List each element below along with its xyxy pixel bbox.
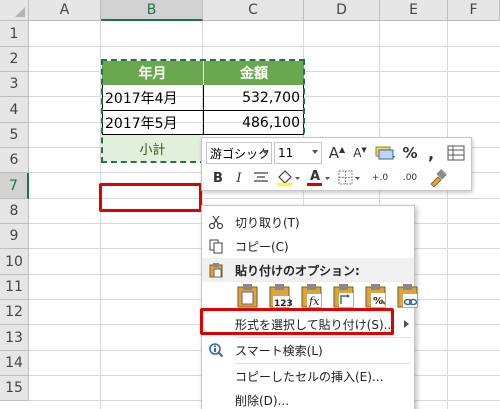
svg-text:fx: fx (308, 295, 320, 308)
select-all-icon (15, 7, 25, 17)
row-header-5[interactable]: 5 (0, 123, 29, 148)
fill-color-button[interactable] (274, 168, 302, 188)
accounting-format-button[interactable] (372, 142, 398, 164)
menu-item-cut-label: 切り取り(T) (235, 215, 300, 230)
cell-c2-header-amount[interactable]: 金額 (203, 61, 304, 85)
column-header-b[interactable]: B (101, 0, 203, 21)
column-header-d[interactable]: D (304, 0, 380, 21)
paste-formatting-icon: % (365, 284, 386, 308)
paste-transpose-icon (333, 284, 354, 308)
paste-option-formulas[interactable]: fx (299, 282, 325, 309)
menu-item-delete-label: 削除(D)... (235, 393, 290, 408)
borders-button[interactable] (336, 168, 362, 188)
decrease-font-icon: A▼ (353, 146, 367, 160)
increase-font-button[interactable]: A▲ (326, 142, 348, 164)
accounting-icon (375, 146, 395, 160)
menu-item-copy[interactable]: コピー(C) (202, 234, 414, 258)
copy-icon (207, 237, 225, 255)
font-size-value: 11 (278, 146, 294, 160)
scissors-icon (207, 213, 225, 231)
paste-options-row: 123 fx % (235, 282, 421, 310)
row-header-12[interactable]: 12 (0, 300, 29, 325)
font-color-glyph: A (310, 169, 321, 184)
clipboard-icon (207, 261, 225, 279)
paste-special-highlight (200, 308, 394, 335)
increase-font-icon: A▲ (328, 144, 346, 162)
menu-paste-options-header: 貼り付けのオプション: (202, 258, 414, 282)
chevron-down-icon (262, 150, 268, 154)
cell-b5-subtotal[interactable]: 小計 (102, 135, 203, 161)
format-painter-icon (430, 169, 447, 187)
row-header-7[interactable]: 7 (0, 173, 29, 199)
menu-item-smart-lookup[interactable]: スマート検索(L) (202, 338, 414, 362)
row-header-10[interactable]: 10 (0, 249, 29, 275)
font-size-box[interactable]: 11 (274, 142, 322, 164)
gridline (29, 46, 500, 47)
increase-decimal-button[interactable]: +.0 (366, 168, 394, 188)
row-header-14[interactable]: 14 (0, 351, 29, 376)
row-header-9[interactable]: 9 (0, 224, 29, 249)
menu-item-smart-lookup-label: スマート検索(L) (235, 343, 323, 358)
paste-option-formatting[interactable]: % (363, 282, 389, 309)
menu-item-insert-copied-label: コピーしたセルの挿入(E)... (235, 369, 384, 384)
row-header-2[interactable]: 2 (0, 47, 29, 72)
font-name-value: 游ゴシック (210, 146, 271, 161)
paste-formulas-icon: fx (301, 284, 322, 308)
table-border (203, 85, 204, 135)
row-header-4[interactable]: 4 (0, 97, 29, 123)
menu-item-delete[interactable]: 削除(D)... (202, 388, 414, 409)
chevron-down-icon (312, 150, 318, 154)
column-header-a[interactable]: A (29, 0, 101, 21)
select-all-corner[interactable] (0, 0, 29, 21)
row-header-6[interactable]: 6 (0, 148, 29, 173)
cell-b2-header-month[interactable]: 年月 (102, 61, 203, 85)
column-header-f[interactable]: F (448, 0, 500, 21)
center-align-icon (254, 172, 268, 182)
decrease-decimal-button[interactable]: .00 (396, 168, 424, 188)
percent-style-button[interactable]: % (400, 142, 420, 164)
column-header-e[interactable]: E (380, 0, 448, 21)
paste-link-icon (397, 284, 418, 308)
bold-button[interactable]: B (208, 168, 228, 188)
row-header-11[interactable]: 11 (0, 275, 29, 300)
row-header-13[interactable]: 13 (0, 325, 29, 351)
submenu-arrow-icon (404, 320, 409, 328)
font-color-button[interactable]: A (304, 168, 332, 188)
menu-item-insert-copied-cells[interactable]: コピーしたセルの挿入(E)... (202, 364, 414, 388)
center-align-button[interactable] (250, 168, 272, 188)
italic-button[interactable]: I (229, 168, 249, 188)
paste-option-transpose[interactable] (331, 282, 357, 309)
paste-option-link[interactable] (395, 282, 421, 309)
borders-icon (338, 170, 360, 185)
font-name-box[interactable]: 游ゴシック (206, 142, 272, 164)
menu-item-copy-label: コピー(C) (235, 239, 289, 254)
row-header-3[interactable]: 3 (0, 72, 29, 97)
table-format-icon (447, 145, 465, 161)
target-cell-highlight (99, 183, 202, 212)
comma-style-button[interactable]: , (422, 142, 440, 164)
menu-item-cut[interactable]: 切り取り(T) (202, 210, 414, 234)
column-header-c[interactable]: C (203, 0, 304, 21)
fill-bucket-icon (277, 170, 300, 186)
context-menu: 切り取り(T) コピー(C) 貼り付けのオプション: 123 fx % 形式を選… (201, 205, 418, 409)
mini-toolbar: 游ゴシック 11 A▲ A▼ % , B I A +.0 .00 (201, 137, 472, 191)
row-header-1[interactable]: 1 (0, 21, 29, 47)
paste-option-paste[interactable] (235, 282, 261, 309)
decrease-font-button[interactable]: A▼ (349, 142, 371, 164)
smart-lookup-icon (207, 341, 225, 359)
row-header-15[interactable]: 15 (0, 376, 29, 401)
row-header-8[interactable]: 8 (0, 199, 29, 224)
format-painter-button[interactable] (426, 168, 450, 188)
paste-option-values[interactable]: 123 (267, 282, 293, 309)
format-table-button[interactable] (444, 142, 468, 164)
menu-paste-options-label: 貼り付けのオプション: (235, 263, 360, 278)
paste-values-icon: 123 (269, 284, 293, 309)
paste-icon (237, 284, 258, 308)
